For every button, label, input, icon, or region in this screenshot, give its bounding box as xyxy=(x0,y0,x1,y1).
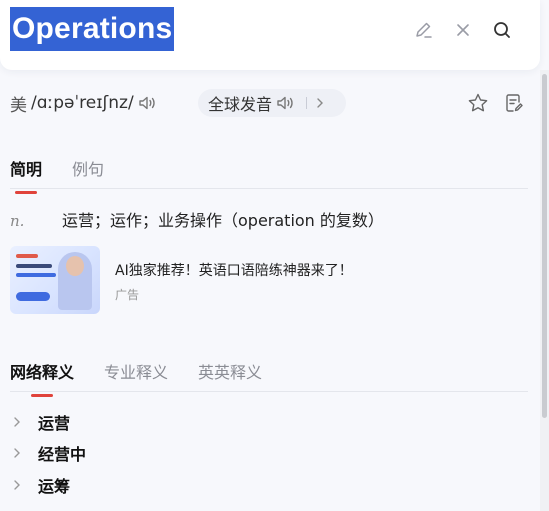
search-icon[interactable] xyxy=(491,19,513,41)
note-edit-icon[interactable] xyxy=(503,92,525,114)
speaker-icon[interactable] xyxy=(276,94,296,112)
ad-title[interactable]: AI独家推荐！英语口语陪练神器来了！ xyxy=(115,260,353,280)
chevron-right-icon xyxy=(315,97,325,109)
chevron-right-icon xyxy=(12,446,22,460)
scrollbar-thumb[interactable] xyxy=(542,74,547,418)
chevron-right-icon xyxy=(12,415,22,429)
phonetic-text: /ɑːpəˈreɪʃnz/ xyxy=(31,93,134,113)
tab-english-english[interactable]: 英英释义 xyxy=(198,359,262,389)
close-icon[interactable] xyxy=(452,19,474,41)
list-item[interactable]: 运营 xyxy=(12,410,70,434)
meaning-tabs: 网络释义 专业释义 英英释义 xyxy=(10,359,292,389)
chevron-right-icon xyxy=(12,478,22,492)
tab-professional-meaning[interactable]: 专业释义 xyxy=(104,359,168,389)
ad-image[interactable] xyxy=(10,246,100,314)
ad-label: 广告 xyxy=(115,288,140,302)
global-pronunciation-label: 全球发音 xyxy=(208,95,273,114)
search-query-text[interactable]: Operations xyxy=(10,7,175,51)
list-item[interactable]: 经营中 xyxy=(12,441,86,465)
definition-row: n. 运营；运作；业务操作（operation 的复数） xyxy=(10,207,384,231)
meaning-tab-divider xyxy=(10,391,528,392)
part-of-speech: n. xyxy=(10,212,25,230)
search-bar: Operations xyxy=(0,0,540,70)
web-meaning-text: 运营 xyxy=(38,414,71,433)
list-item[interactable]: 运筹 xyxy=(12,473,70,497)
tab-divider xyxy=(10,188,528,189)
tab-examples[interactable]: 例句 xyxy=(72,156,104,186)
basic-tabs: 简明 例句 xyxy=(10,156,134,186)
definition-text: 运营；运作；业务操作（operation 的复数） xyxy=(62,211,384,230)
pencil-edit-icon[interactable] xyxy=(413,19,435,41)
tab-web-meaning[interactable]: 网络释义 xyxy=(10,359,74,389)
pill-divider xyxy=(306,97,308,109)
pronunciation-row: 美 /ɑːpəˈreɪʃnz/ xyxy=(10,89,158,117)
ad-banner[interactable]: AI独家推荐！英语口语陪练神器来了！ 广告 xyxy=(10,246,353,314)
speaker-icon[interactable] xyxy=(138,94,158,112)
web-meaning-text: 运筹 xyxy=(38,477,71,496)
star-icon[interactable] xyxy=(467,92,489,114)
global-pronunciation-button[interactable]: 全球发音 xyxy=(198,89,346,117)
tab-concise[interactable]: 简明 xyxy=(10,156,42,186)
web-meaning-text: 经营中 xyxy=(38,445,87,464)
pronunciation-region: 美 xyxy=(10,95,27,116)
